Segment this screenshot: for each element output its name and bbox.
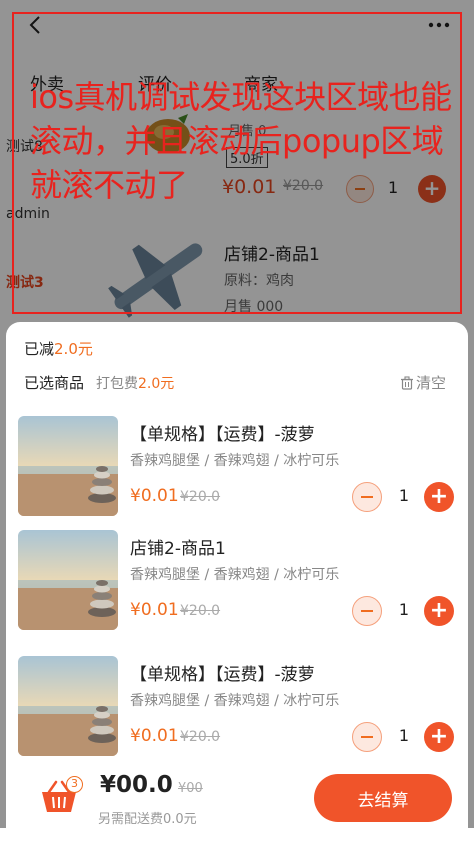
list-item: 【单规格】【运费】-菠萝 香辣鸡腿堡 / 香辣鸡翅 / 冰柠可乐 ¥0.01 ¥… — [6, 656, 468, 758]
reduced-amount: 已减2.0元 — [24, 338, 93, 359]
reduced-label: 已减 — [24, 340, 55, 358]
plus-icon: + — [429, 484, 449, 509]
cart-count-badge: 3 — [66, 776, 83, 793]
list-item: 店铺2-商品1 香辣鸡腿堡 / 香辣鸡翅 / 冰柠可乐 ¥0.01 ¥20.0 … — [6, 530, 468, 632]
decrease-button[interactable] — [352, 482, 382, 512]
clear-label: 清空 — [415, 374, 446, 392]
quantity-value: 1 — [398, 600, 410, 619]
minus-icon — [361, 610, 373, 612]
safe-area — [0, 828, 474, 846]
selected-header: 已选商品 打包费2.0元 清空 — [6, 364, 468, 400]
item-name: 店铺2-商品1 — [130, 539, 226, 559]
annotation-text: ios真机调试发现这块区域也能滚动，并且滚动后popup区域就滚不动了 — [30, 78, 452, 204]
item-original-price: ¥20.0 — [180, 489, 221, 505]
item-original-price: ¥20.0 — [180, 729, 221, 745]
decrease-button[interactable] — [352, 722, 382, 752]
clear-button[interactable]: 清空 — [400, 372, 446, 393]
packing-fee: 打包费2.0元 — [96, 373, 174, 393]
delivery-fee: 另需配送费0.0元 — [98, 812, 197, 827]
checkout-button[interactable]: 去结算 — [314, 774, 452, 822]
plus-icon: + — [429, 598, 449, 623]
plus-icon: + — [429, 724, 449, 749]
packing-fee-value: 2.0元 — [138, 376, 175, 392]
list-item: 【单规格】【运费】-菠萝 香辣鸡腿堡 / 香辣鸡翅 / 冰柠可乐 ¥0.01 ¥… — [6, 416, 468, 518]
selected-items-popup: 已减2.0元 已选商品 打包费2.0元 清空 【单规格】【运费】-菠萝 香辣鸡腿… — [6, 322, 468, 762]
increase-button[interactable]: + — [424, 596, 454, 626]
minus-icon — [361, 496, 373, 498]
item-name: 【单规格】【运费】-菠萝 — [130, 665, 315, 685]
item-original-price: ¥20.0 — [180, 603, 221, 619]
packing-fee-label: 打包费 — [96, 376, 138, 392]
quantity-value: 1 — [398, 486, 410, 505]
quantity-value: 1 — [398, 726, 410, 745]
selected-items-label: 已选商品 — [24, 374, 85, 392]
product-thumbnail — [18, 656, 118, 756]
item-side-dishes: 香辣鸡腿堡 / 香辣鸡翅 / 冰柠可乐 — [130, 693, 340, 709]
item-price: ¥0.01 — [130, 600, 179, 620]
item-price: ¥0.01 — [130, 486, 179, 506]
item-side-dishes: 香辣鸡腿堡 / 香辣鸡翅 / 冰柠可乐 — [130, 567, 340, 583]
decrease-button[interactable] — [352, 596, 382, 626]
minus-icon — [361, 736, 373, 738]
product-thumbnail — [18, 416, 118, 516]
total-price: ¥00.0 — [100, 772, 173, 798]
trash-icon — [400, 375, 413, 390]
cart-bottom-bar: 3 ¥00.0 ¥00 另需配送费0.0元 去结算 — [6, 762, 468, 828]
item-name: 【单规格】【运费】-菠萝 — [130, 425, 315, 445]
item-side-dishes: 香辣鸡腿堡 / 香辣鸡翅 / 冰柠可乐 — [130, 453, 340, 469]
increase-button[interactable]: + — [424, 722, 454, 752]
product-thumbnail — [18, 530, 118, 630]
total-original-price: ¥00 — [178, 781, 203, 796]
item-price: ¥0.01 — [130, 726, 179, 746]
reduced-value: 2.0元 — [54, 340, 93, 358]
increase-button[interactable]: + — [424, 482, 454, 512]
